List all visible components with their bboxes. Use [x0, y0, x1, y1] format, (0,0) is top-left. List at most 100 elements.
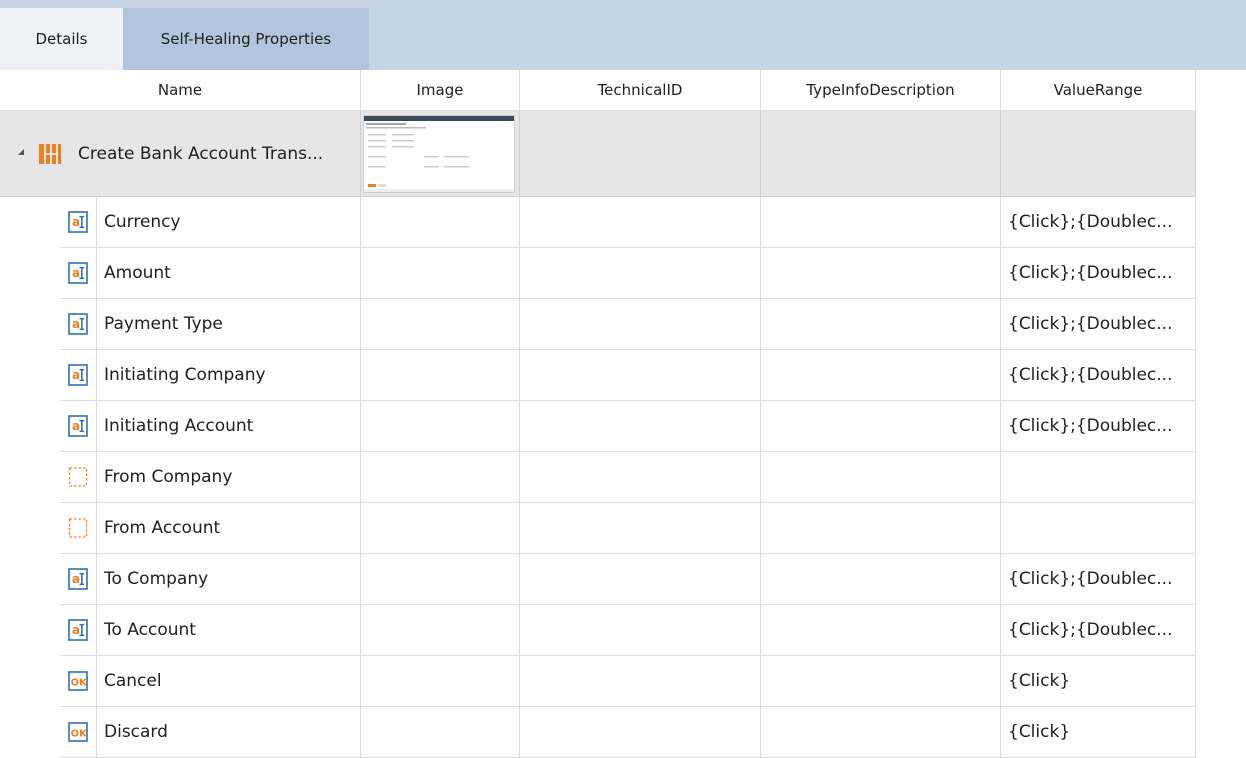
- table-row[interactable]: a Initiating Company {Click};{Doublec...: [0, 350, 1196, 401]
- column-header-image[interactable]: Image: [361, 70, 520, 110]
- row-typeinfo-cell[interactable]: [761, 197, 1001, 248]
- row-typeinfo-cell[interactable]: [761, 503, 1001, 554]
- row-valuerange-cell[interactable]: {Click};{Doublec...: [1001, 401, 1196, 452]
- button-icon: OK: [68, 721, 88, 743]
- row-valuerange-cell[interactable]: [1001, 503, 1196, 554]
- indent-spacer: [0, 197, 60, 248]
- row-technicalid-cell[interactable]: [520, 605, 761, 656]
- grid-right-gutter: [1196, 70, 1246, 756]
- row-technicalid-cell[interactable]: [520, 656, 761, 707]
- row-typeinfo-cell[interactable]: [761, 452, 1001, 503]
- row-image-cell[interactable]: [361, 503, 520, 554]
- row-technicalid-cell[interactable]: [520, 707, 761, 758]
- row-valuerange-cell[interactable]: {Click}: [1001, 656, 1196, 707]
- row-valuerange-cell[interactable]: {Click}: [1001, 707, 1196, 758]
- row-image-cell[interactable]: [361, 452, 520, 503]
- row-technicalid-cell[interactable]: [520, 503, 761, 554]
- row-name-cell[interactable]: Initiating Account: [97, 401, 361, 452]
- table-row[interactable]: From Account: [0, 503, 1196, 554]
- row-valuerange-cell[interactable]: [1001, 452, 1196, 503]
- row-technicalid-cell[interactable]: [520, 197, 761, 248]
- row-image-cell[interactable]: [361, 401, 520, 452]
- table-row[interactable]: a Payment Type {Click};{Doublec...: [0, 299, 1196, 350]
- row-name-cell[interactable]: Discard: [97, 707, 361, 758]
- row-image-cell[interactable]: [361, 299, 520, 350]
- group-valuerange-cell[interactable]: [1001, 111, 1196, 197]
- row-icon-cell[interactable]: a: [60, 197, 97, 248]
- row-image-cell[interactable]: [361, 350, 520, 401]
- expand-triangle-icon[interactable]: [18, 149, 24, 155]
- row-image-cell[interactable]: [361, 554, 520, 605]
- row-icon-cell[interactable]: a: [60, 299, 97, 350]
- row-technicalid-cell[interactable]: [520, 248, 761, 299]
- table-row[interactable]: a Initiating Account {Click};{Doublec...: [0, 401, 1196, 452]
- svg-text:a: a: [72, 215, 80, 229]
- row-name-cell[interactable]: Initiating Company: [97, 350, 361, 401]
- group-name-cell[interactable]: Create Bank Account Trans...: [0, 111, 361, 197]
- table-row[interactable]: From Company: [0, 452, 1196, 503]
- group-row[interactable]: Create Bank Account Trans...: [0, 111, 1196, 197]
- table-row[interactable]: a To Account {Click};{Doublec...: [0, 605, 1196, 656]
- row-name-cell[interactable]: Amount: [97, 248, 361, 299]
- row-icon-cell[interactable]: a: [60, 605, 97, 656]
- column-header-technicalid[interactable]: TechnicalID: [520, 70, 761, 110]
- row-typeinfo-cell[interactable]: [761, 656, 1001, 707]
- row-image-cell[interactable]: [361, 197, 520, 248]
- screenshot-thumbnail[interactable]: [363, 115, 515, 193]
- row-technicalid-cell[interactable]: [520, 401, 761, 452]
- column-header-name[interactable]: Name: [0, 70, 361, 110]
- row-image-cell[interactable]: [361, 605, 520, 656]
- row-icon-cell[interactable]: OK: [60, 707, 97, 758]
- row-typeinfo-cell[interactable]: [761, 401, 1001, 452]
- row-icon-cell[interactable]: [60, 503, 97, 554]
- tab-details[interactable]: Details: [0, 8, 123, 70]
- row-icon-cell[interactable]: a: [60, 554, 97, 605]
- table-row[interactable]: OK Cancel {Click}: [0, 656, 1196, 707]
- row-valuerange-cell[interactable]: {Click};{Doublec...: [1001, 248, 1196, 299]
- row-technicalid-cell[interactable]: [520, 452, 761, 503]
- table-row[interactable]: a Currency {Click};{Doublec...: [0, 197, 1196, 248]
- textbox-icon: a: [68, 415, 88, 437]
- tab-self-healing-properties[interactable]: Self-Healing Properties: [123, 8, 369, 70]
- column-header-typeinfodescription[interactable]: TypeInfoDescription: [761, 70, 1001, 110]
- row-typeinfo-cell[interactable]: [761, 299, 1001, 350]
- row-value-range: {Click}: [1008, 722, 1071, 742]
- row-typeinfo-cell[interactable]: [761, 350, 1001, 401]
- row-icon-cell[interactable]: [60, 452, 97, 503]
- row-valuerange-cell[interactable]: {Click};{Doublec...: [1001, 554, 1196, 605]
- table-row[interactable]: a Amount {Click};{Doublec...: [0, 248, 1196, 299]
- row-name-cell[interactable]: From Company: [97, 452, 361, 503]
- row-image-cell[interactable]: [361, 707, 520, 758]
- indent-spacer: [0, 554, 60, 605]
- row-image-cell[interactable]: [361, 248, 520, 299]
- row-name-cell[interactable]: From Account: [97, 503, 361, 554]
- module-icon: [39, 144, 61, 164]
- row-icon-cell[interactable]: a: [60, 401, 97, 452]
- row-typeinfo-cell[interactable]: [761, 605, 1001, 656]
- row-name-cell[interactable]: Cancel: [97, 656, 361, 707]
- row-icon-cell[interactable]: a: [60, 248, 97, 299]
- group-typeinfo-cell[interactable]: [761, 111, 1001, 197]
- column-header-valuerange[interactable]: ValueRange: [1001, 70, 1196, 110]
- row-typeinfo-cell[interactable]: [761, 248, 1001, 299]
- row-typeinfo-cell[interactable]: [761, 554, 1001, 605]
- row-valuerange-cell[interactable]: {Click};{Doublec...: [1001, 299, 1196, 350]
- row-name-cell[interactable]: Currency: [97, 197, 361, 248]
- row-valuerange-cell[interactable]: {Click};{Doublec...: [1001, 350, 1196, 401]
- row-technicalid-cell[interactable]: [520, 554, 761, 605]
- row-icon-cell[interactable]: OK: [60, 656, 97, 707]
- row-technicalid-cell[interactable]: [520, 350, 761, 401]
- row-name-cell[interactable]: Payment Type: [97, 299, 361, 350]
- row-image-cell[interactable]: [361, 656, 520, 707]
- table-row[interactable]: a To Company {Click};{Doublec...: [0, 554, 1196, 605]
- row-name-cell[interactable]: To Account: [97, 605, 361, 656]
- row-typeinfo-cell[interactable]: [761, 707, 1001, 758]
- group-technicalid-cell[interactable]: [520, 111, 761, 197]
- row-technicalid-cell[interactable]: [520, 299, 761, 350]
- row-name-cell[interactable]: To Company: [97, 554, 361, 605]
- row-valuerange-cell[interactable]: {Click};{Doublec...: [1001, 605, 1196, 656]
- group-image-cell[interactable]: [361, 111, 520, 197]
- table-row[interactable]: OK Discard {Click}: [0, 707, 1196, 758]
- row-icon-cell[interactable]: a: [60, 350, 97, 401]
- row-valuerange-cell[interactable]: {Click};{Doublec...: [1001, 197, 1196, 248]
